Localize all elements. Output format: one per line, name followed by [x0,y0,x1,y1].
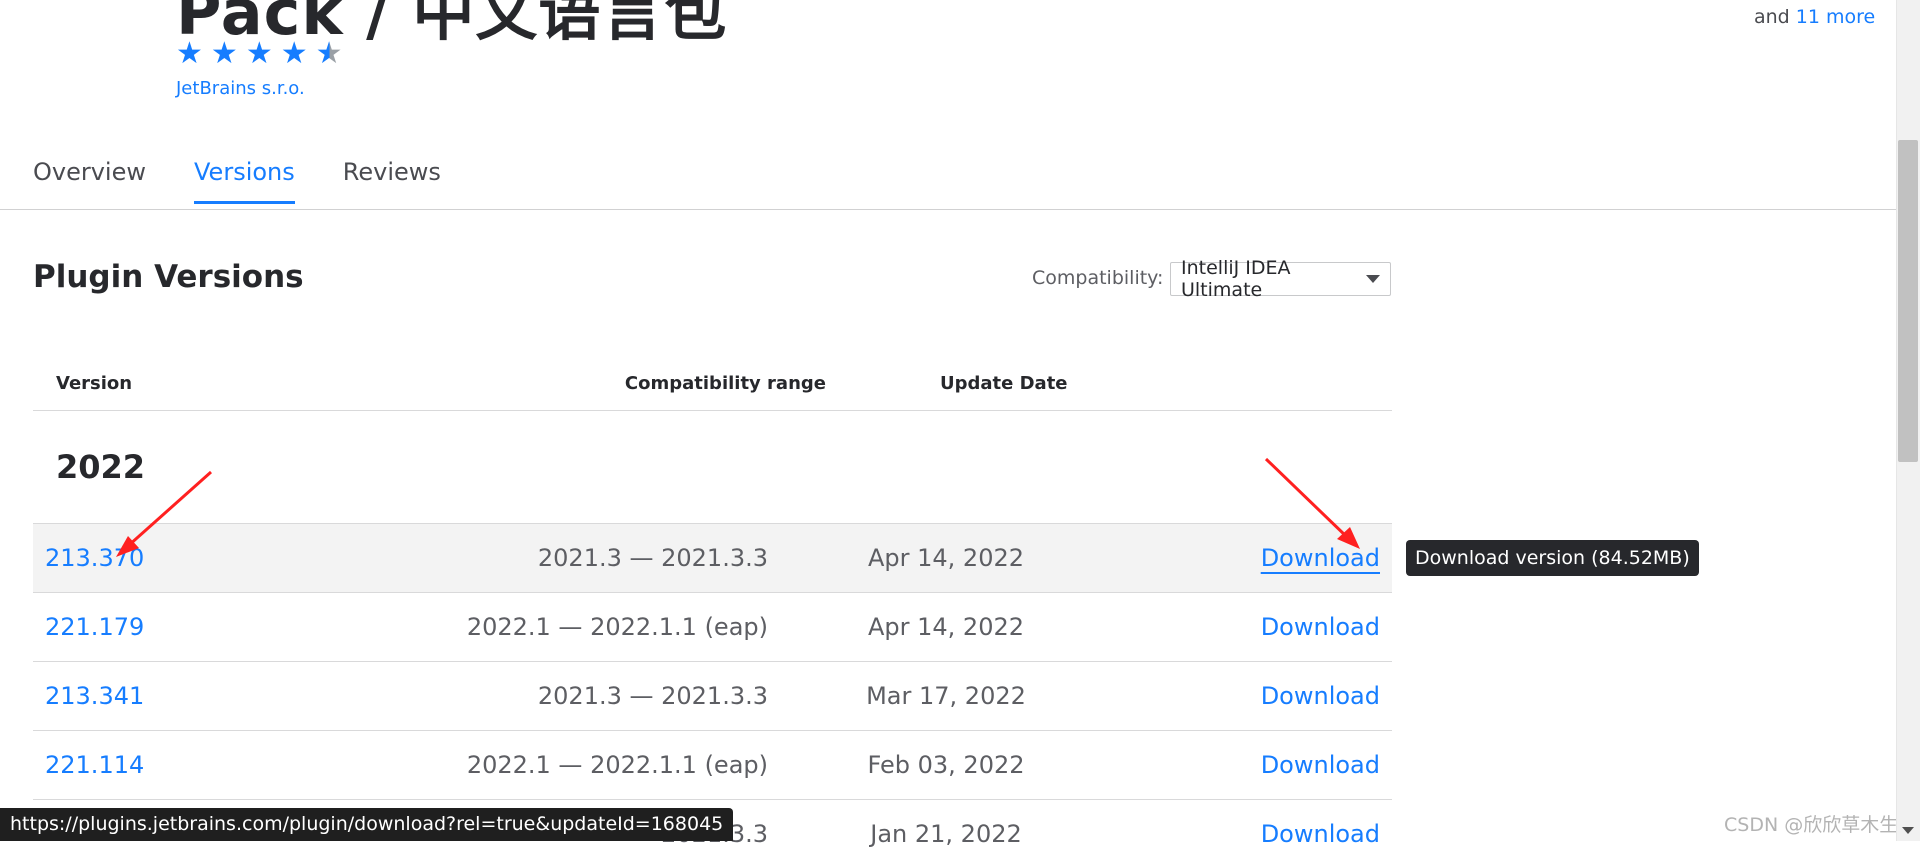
section-title: Plugin Versions [33,259,304,295]
compat-range: 2021.3 — 2021.3.3 [537,544,768,572]
status-bar-url: https://plugins.jetbrains.com/plugin/dow… [0,808,734,841]
download-tooltip: Download version (84.52MB) [1406,540,1699,576]
star-icon: ★ [176,36,203,71]
scrollbar-thumb[interactable] [1898,140,1918,462]
update-date: Jan 21, 2022 [870,820,1022,848]
download-link[interactable]: Download [1261,820,1380,848]
table-row: 221.179 2022.1 — 2022.1.1 (eap) Apr 14, … [33,592,1392,661]
year-heading: 2022 [56,448,146,486]
column-header-version: Version [56,373,133,394]
version-link[interactable]: 221.179 [45,613,144,641]
tab-bar: Overview Versions Reviews [33,158,441,204]
compatibility-value: IntelliJ IDEA Ultimate [1181,257,1291,301]
watermark: CSDN @欣欣草木生 [1724,814,1899,836]
rating-stars: ★ ★ ★ ★ ★ [176,38,343,70]
update-date: Mar 17, 2022 [866,682,1026,710]
tab-versions[interactable]: Versions [194,158,295,204]
column-header-date: Update Date [940,373,1068,394]
compatibility-label: Compatibility: [1032,267,1164,289]
compatibility-select[interactable]: IntelliJ IDEA Ultimate [1170,257,1391,301]
table-row: 213.370 2021.3 — 2021.3.3 Apr 14, 2022 D… [33,523,1392,592]
version-link[interactable]: 213.341 [45,682,144,710]
update-date: Feb 03, 2022 [867,751,1025,779]
star-icon: ★ [280,36,308,71]
download-link[interactable]: Download [1261,682,1380,710]
chevron-down-icon [1366,275,1380,283]
update-date: Apr 14, 2022 [867,544,1025,572]
table-header-divider [33,410,1392,411]
tabs-divider [0,209,1896,210]
compat-range: 2022.1 — 2022.1.1 (eap) [466,751,768,779]
download-link[interactable]: Download [1261,751,1380,779]
compat-range: 2021.3 — 2021.3.3 [537,682,768,710]
star-icon: ★ [210,36,238,71]
compat-range: 2022.1 — 2022.1.1 (eap) [466,613,768,641]
half-star-icon: ★ [315,36,343,71]
tab-reviews[interactable]: Reviews [343,158,441,204]
table-row: 213.341 2021.3 — 2021.3.3 Mar 17, 2022 D… [33,661,1392,730]
more-link[interactable]: 11 more [1796,6,1875,28]
more-tags: and 11 more [1754,6,1875,28]
version-link[interactable]: 221.114 [45,751,144,779]
star-icon: ★ [245,36,273,71]
tab-overview[interactable]: Overview [33,158,146,204]
more-prefix: and [1754,6,1790,28]
download-link[interactable]: Download [1261,544,1380,572]
scroll-down-icon[interactable] [1902,827,1914,834]
download-link[interactable]: Download [1261,613,1380,641]
table-row: 221.114 2022.1 — 2022.1.1 (eap) Feb 03, … [33,730,1392,799]
version-link[interactable]: 213.370 [45,544,144,572]
column-header-range: Compatibility range [624,373,826,394]
update-date: Apr 14, 2022 [867,613,1025,641]
vendor-link[interactable]: JetBrains s.r.o. [176,78,305,99]
